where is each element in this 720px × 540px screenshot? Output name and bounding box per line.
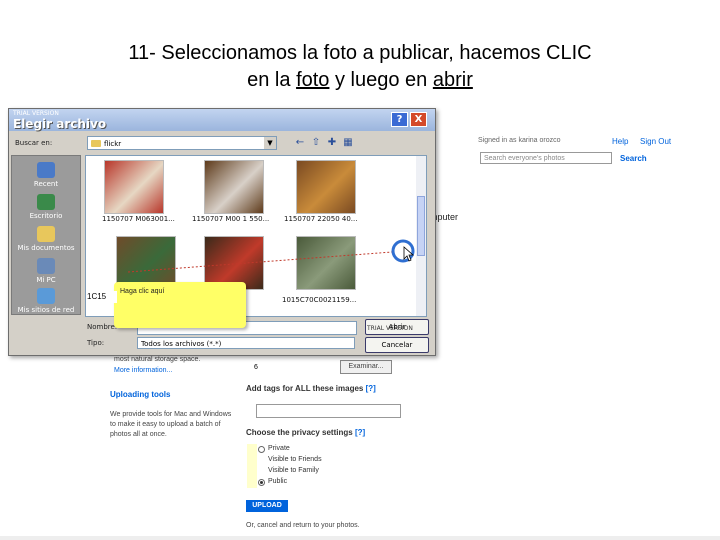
pointer-line (127, 251, 393, 273)
pointer-overlay (127, 239, 415, 273)
slide-bottom-edge (0, 536, 720, 540)
